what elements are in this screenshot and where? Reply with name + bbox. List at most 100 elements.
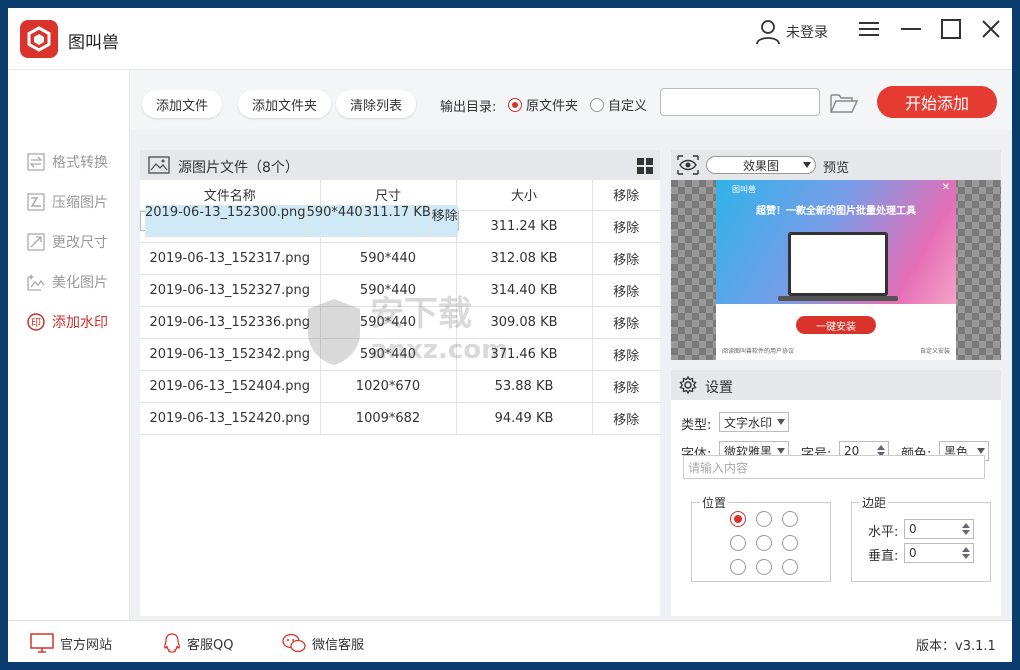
add-folder-button[interactable]: 添加文件夹 [238, 90, 332, 118]
preview-panel: 效果图 预览 图叫兽 ✕ 超赞！一款全新的图片批量处理工具 一键安装 阅读图叫兽… [671, 150, 1001, 360]
monitor-icon [30, 633, 54, 653]
stepper-up-icon[interactable] [962, 547, 970, 552]
ad-title: 超赞！一款全新的图片批量处理工具 [756, 206, 916, 217]
chevron-down-icon [777, 419, 785, 425]
remove-link[interactable]: 移除 [592, 370, 660, 403]
file-name: 2019-06-13_152336.png [140, 306, 321, 339]
official-site-link[interactable]: 官方网站 [30, 633, 112, 653]
file-size: 311.17 KB [363, 204, 432, 237]
settings-title: 设置 [705, 380, 733, 396]
position-top-right[interactable] [782, 511, 798, 527]
remove-link[interactable]: 移除 [592, 210, 660, 243]
file-name: 2019-06-13_152342.png [140, 338, 321, 371]
table-row[interactable]: 2019-06-13_152420.png 1009*682 94.49 KB … [140, 402, 660, 435]
column-header: 大小 [456, 180, 593, 211]
version-label: 版本：v3.1.1 [916, 639, 996, 654]
ad-agreement: 阅读图叫兽软件的用户协议 [722, 348, 795, 355]
horizontal-margin-stepper[interactable]: 0 [904, 519, 974, 539]
table-row[interactable]: 2019-06-13_152300.png 590*440 311.17 KB … [140, 204, 459, 237]
file-dimensions: 590*440 [320, 338, 457, 371]
main-area: 添加文件 添加文件夹 清除列表 输出目录: 原文件夹 自定义 开始添加 源图片文… [130, 70, 1012, 620]
remove-link[interactable]: 移除 [431, 204, 458, 237]
file-dimensions: 590*440 [306, 204, 364, 237]
grid-view-icon[interactable] [637, 158, 653, 174]
file-size: 94.49 KB [456, 402, 593, 435]
start-add-button[interactable]: 开始添加 [877, 86, 997, 118]
remove-link[interactable]: 移除 [592, 338, 660, 371]
remove-link[interactable]: 移除 [592, 402, 660, 435]
position-bottom-right[interactable] [782, 559, 798, 575]
wechat-support-link[interactable]: 微信客服 [282, 633, 364, 653]
type-select[interactable]: 文字水印 [719, 412, 789, 432]
app-title: 图叫兽 [68, 33, 119, 53]
type-label: 类型: [681, 418, 712, 433]
clear-list-button[interactable]: 清除列表 [336, 90, 417, 118]
preview-header: 效果图 预览 [671, 150, 1001, 180]
column-header: 移除 [592, 180, 660, 211]
file-panel: 源图片文件（8个） 文件名称 尺寸 大小 移除 2019-06-13_15230… [140, 150, 660, 616]
stepper-up-icon[interactable] [962, 523, 970, 528]
file-dimensions: 590*440 [320, 274, 457, 307]
vertical-margin-stepper[interactable]: 0 [904, 543, 974, 563]
position-bottom-left[interactable] [730, 559, 746, 575]
position-center[interactable] [756, 535, 772, 551]
table-row[interactable]: 2019-06-13_152317.png 590*440 312.08 KB … [140, 242, 660, 275]
preview-mode-value: 效果图 [743, 158, 780, 173]
ad-brand: 图叫兽 [732, 185, 756, 194]
wechat-support-label: 微信客服 [312, 637, 365, 653]
sidebar-item-resize[interactable]: 更改尺寸 [26, 230, 108, 254]
gear-icon [679, 376, 697, 394]
watermark-icon: 印 [26, 312, 46, 332]
sidebar-item-compress[interactable]: 压缩图片 [26, 190, 108, 214]
folder-open-icon[interactable] [830, 92, 859, 114]
support-qq-link[interactable]: 客服QQ [163, 633, 233, 653]
table-row[interactable]: 2019-06-13_152336.png 590*440 309.08 KB … [140, 306, 660, 339]
maximize-icon[interactable] [940, 18, 968, 46]
remove-link[interactable]: 移除 [592, 274, 660, 307]
position-top-center[interactable] [756, 511, 772, 527]
sidebar-item-label: 美化图片 [52, 275, 108, 291]
file-name: 2019-06-13_152420.png [140, 402, 321, 435]
chevron-down-icon [777, 448, 785, 454]
table-row[interactable]: 2019-06-13_152327.png 590*440 314.40 KB … [140, 274, 660, 307]
image-icon [148, 156, 170, 174]
remove-link[interactable]: 移除 [592, 242, 660, 275]
position-middle-right[interactable] [782, 535, 798, 551]
sidebar-item-format-convert[interactable]: 格式转换 [26, 150, 108, 174]
sidebar-item-label: 格式转换 [52, 155, 108, 171]
table-row[interactable]: 2019-06-13_152404.png 1020*670 53.88 KB … [140, 370, 660, 403]
file-dimensions: 1009*682 [320, 402, 457, 435]
radio-custom-folder[interactable]: 自定义 [590, 95, 647, 114]
margin-group: 边距 水平: 0 垂直: 0 [851, 494, 991, 582]
user-icon[interactable] [754, 18, 784, 48]
sidebar-item-watermark[interactable]: 印 添加水印 [26, 310, 108, 334]
add-file-button[interactable]: 添加文件 [142, 90, 223, 118]
format-convert-icon [26, 152, 46, 172]
table-row[interactable]: 2019-06-13_152342.png 590*440 371.46 KB … [140, 338, 660, 371]
close-icon[interactable] [980, 18, 1008, 46]
settings-header: 设置 [671, 370, 1001, 400]
radio-original-folder[interactable]: 原文件夹 [508, 95, 578, 114]
laptop-base [778, 296, 898, 301]
login-status[interactable]: 未登录 [786, 22, 828, 42]
preview-mode-select[interactable]: 效果图 [706, 156, 816, 174]
file-panel-title: 源图片文件（8个） [178, 160, 299, 176]
laptop-icon [788, 232, 888, 296]
minimize-icon[interactable] [900, 18, 928, 46]
file-size: 311.24 KB [456, 210, 593, 243]
watermark-text-input[interactable]: 请输入内容 [683, 455, 985, 479]
position-top-left[interactable] [730, 511, 746, 527]
type-value: 文字水印 [724, 415, 773, 430]
sidebar-item-beautify[interactable]: 美化图片 [26, 270, 108, 294]
output-path-input[interactable] [660, 88, 820, 116]
stepper-up-icon[interactable] [877, 445, 885, 450]
qq-icon [164, 633, 180, 653]
stepper-down-icon[interactable] [962, 554, 970, 559]
stepper-down-icon[interactable] [962, 530, 970, 535]
position-bottom-center[interactable] [756, 559, 772, 575]
sidebar-item-label: 添加水印 [52, 315, 108, 331]
file-dimensions: 590*440 [320, 306, 457, 339]
remove-link[interactable]: 移除 [592, 306, 660, 339]
position-middle-left[interactable] [730, 535, 746, 551]
menu-icon[interactable] [858, 18, 886, 46]
